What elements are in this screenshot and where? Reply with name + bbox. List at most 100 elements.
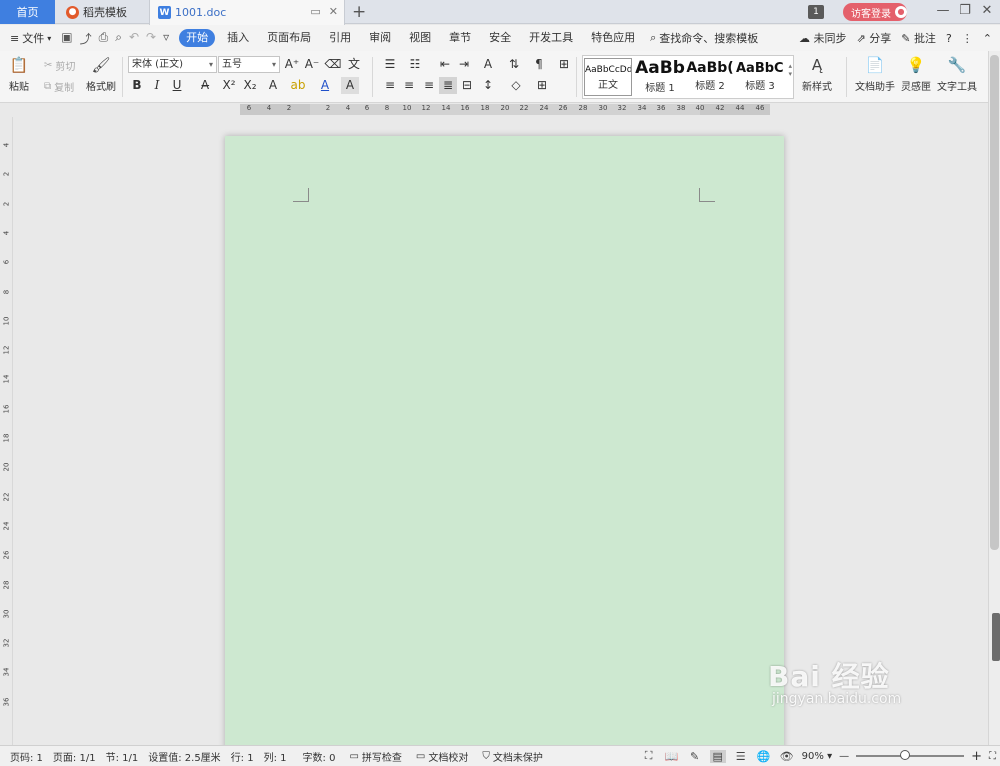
tab-templates[interactable]: ● 稻壳模板	[56, 0, 148, 24]
underline-button[interactable]: U	[168, 77, 186, 94]
cut-button[interactable]: ✂ 剪切	[44, 58, 75, 73]
format-painter-button[interactable]: 🖌 格式刷	[86, 55, 116, 93]
horizontal-ruler[interactable]: 6 4 2 2 4 6 8 10 12 14 16 18 20 22 24 26 28 30 32 34 36 38 40 4…	[0, 103, 990, 117]
sync-button[interactable]: ☁ 未同步	[799, 30, 847, 46]
zoom-in-icon[interactable]: +	[971, 749, 982, 764]
document-page[interactable]	[225, 136, 784, 745]
tab-review[interactable]: 审阅	[360, 29, 400, 47]
command-search[interactable]: ⌕ 查找命令、搜索模板	[650, 30, 758, 46]
line-spacing-icon[interactable]: ↕	[479, 77, 497, 94]
minimize-icon[interactable]: —	[935, 3, 951, 18]
style-normal[interactable]: AaBbCcDd 正文	[584, 58, 632, 96]
bold-button[interactable]: B	[128, 77, 146, 94]
superscript-icon[interactable]: X²	[220, 77, 238, 94]
new-style-button[interactable]: Ą 新样式	[802, 55, 832, 93]
collapse-ribbon-icon[interactable]: ⌃	[983, 32, 992, 45]
phonetic-icon[interactable]: 文	[345, 56, 363, 73]
inspiration-button[interactable]: 💡 灵感匣	[901, 55, 931, 93]
tab-special[interactable]: 特色应用	[582, 29, 644, 47]
tab-page-layout[interactable]: 页面布局	[258, 29, 320, 47]
page-view-icon[interactable]: ▤	[709, 749, 726, 763]
side-panel-handle[interactable]	[992, 613, 1000, 661]
font-grow-icon[interactable]: A⁺	[283, 56, 301, 73]
print-icon[interactable]: ⎙	[99, 30, 109, 47]
help-button[interactable]: ?	[946, 32, 952, 45]
clear-format-icon[interactable]: ⌫	[324, 56, 342, 73]
doc-assistant-button[interactable]: 📄 文档助手	[855, 55, 895, 93]
style-heading-3[interactable]: AaBbC( 标题 3	[736, 58, 784, 96]
undo-icon[interactable]: ↶	[129, 30, 139, 47]
redo-icon[interactable]: ↷	[146, 30, 156, 47]
eye-care-icon[interactable]: 👁	[779, 750, 795, 763]
chinese-layout-icon[interactable]: A	[479, 56, 497, 73]
comment-button[interactable]: ✎ 批注	[901, 30, 936, 46]
font-size-select[interactable]: 五号 ▾	[218, 56, 280, 73]
increase-indent-icon[interactable]: ⇥	[455, 56, 473, 73]
style-scroll-icon[interactable]: ▴ ▾	[788, 62, 792, 78]
scrollbar-thumb[interactable]	[990, 55, 999, 550]
zoom-slider[interactable]	[856, 750, 965, 760]
share-button[interactable]: ⇗ 分享	[857, 30, 892, 46]
tab-view[interactable]: 视图	[400, 29, 440, 47]
pin-window-icon[interactable]: ▭	[310, 5, 320, 18]
italic-button[interactable]: I	[148, 77, 166, 94]
style-heading-1[interactable]: AaBb 标题 1	[635, 58, 685, 96]
window-count-badge[interactable]: 1	[808, 5, 824, 19]
outline-view-icon[interactable]: ☰	[733, 750, 749, 763]
font-shrink-icon[interactable]: A⁻	[303, 56, 321, 73]
close-window-icon[interactable]: ✕	[979, 3, 995, 18]
zoom-out-icon[interactable]: —	[839, 751, 849, 762]
spell-check-button[interactable]: ▭ 拼写检查	[349, 749, 401, 764]
save-icon[interactable]: ▣	[61, 30, 72, 47]
new-tab-button[interactable]: +	[352, 2, 366, 22]
vertical-ruler[interactable]: 4 2 2 4 6 8 10 12 14 16 18 20 22 24 26 28 30 32 34 36	[0, 117, 13, 745]
show-marks-icon[interactable]: ¶	[530, 56, 548, 73]
tab-home[interactable]: 首页	[0, 0, 55, 24]
more-icon[interactable]: ⋮	[962, 32, 973, 45]
fit-window-icon[interactable]: ⛶	[989, 751, 996, 762]
file-menu[interactable]: ≡ 文件 ▾	[10, 30, 51, 46]
borders-icon[interactable]: ⊞	[533, 77, 551, 94]
sort-icon[interactable]: ⇅	[505, 56, 523, 73]
tab-insert[interactable]: 插入	[218, 29, 258, 47]
print-preview-icon[interactable]: ⌕	[115, 30, 122, 47]
table-border-icon[interactable]: ⊞	[555, 56, 573, 73]
zoom-slider-thumb[interactable]	[900, 750, 911, 760]
write-view-icon[interactable]: ✎	[687, 750, 703, 763]
zoom-level-select[interactable]: 90% ▾	[802, 751, 832, 762]
highlight-icon[interactable]: ab	[289, 77, 307, 94]
reading-view-icon[interactable]: 📖	[664, 750, 680, 763]
tab-chapter[interactable]: 章节	[440, 29, 480, 47]
doc-proof-button[interactable]: ▭ 文档校对	[416, 749, 468, 764]
align-left-icon[interactable]: ≡	[381, 77, 399, 94]
guest-login-button[interactable]: 访客登录 ●	[843, 3, 907, 21]
status-word-count[interactable]: 字数: 0	[303, 749, 336, 764]
copy-button[interactable]: ⧉ 复制	[44, 79, 74, 94]
tab-security[interactable]: 安全	[480, 29, 520, 47]
bullet-list-icon[interactable]: ☰	[381, 56, 399, 73]
restore-icon[interactable]: ❐	[957, 3, 973, 18]
output-icon[interactable]: ⤴	[80, 30, 92, 47]
numbered-list-icon[interactable]: ☷	[406, 56, 424, 73]
close-tab-icon[interactable]: ✕	[329, 5, 338, 18]
document-canvas[interactable]	[14, 117, 988, 745]
char-shading-icon[interactable]: A	[341, 77, 359, 94]
font-name-select[interactable]: 宋体 (正文) ▾	[128, 56, 217, 73]
style-heading-2[interactable]: AaBb( 标题 2	[686, 58, 734, 96]
web-view-icon[interactable]: 🌐	[756, 750, 772, 763]
align-center-icon[interactable]: ≡	[400, 77, 418, 94]
fullscreen-view-icon[interactable]: ⛶	[641, 749, 657, 763]
justify-icon[interactable]: ≣	[439, 77, 457, 94]
paste-button[interactable]: 📋 粘贴	[8, 55, 30, 93]
tab-developer[interactable]: 开发工具	[520, 29, 582, 47]
align-right-icon[interactable]: ≡	[420, 77, 438, 94]
subscript-icon[interactable]: X₂	[241, 77, 259, 94]
customize-icon[interactable]: ▿	[163, 30, 169, 47]
doc-protect-button[interactable]: ⛉ 文档未保护	[482, 749, 543, 764]
tab-references[interactable]: 引用	[320, 29, 360, 47]
tab-start[interactable]: 开始	[179, 29, 216, 47]
shading-icon[interactable]: ◇	[507, 77, 525, 94]
distribute-icon[interactable]: ⊟	[458, 77, 476, 94]
text-effect-icon[interactable]: A	[264, 77, 282, 94]
decrease-indent-icon[interactable]: ⇤	[436, 56, 454, 73]
